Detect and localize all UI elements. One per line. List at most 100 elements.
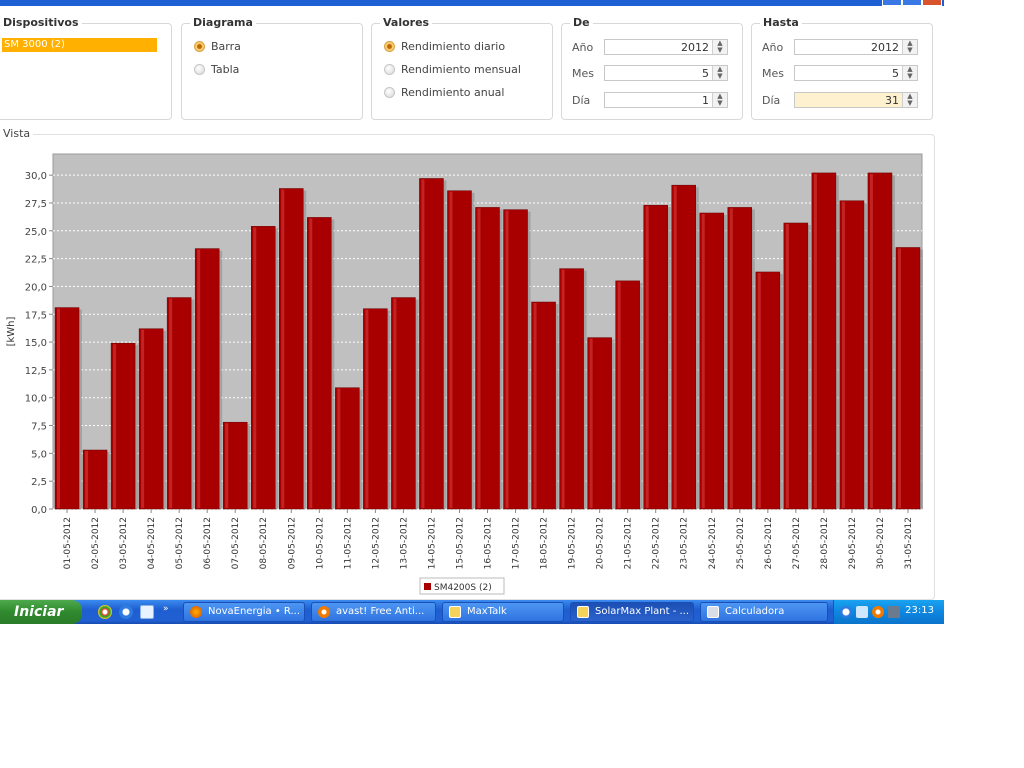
- radio-label: Tabla: [211, 62, 240, 76]
- year-label: Año: [762, 41, 784, 54]
- radio-option-annual[interactable]: Rendimiento anual: [384, 84, 504, 100]
- radio-label: Barra: [211, 39, 241, 53]
- to-day-row: Día 31 ▲ ▼: [762, 92, 926, 110]
- chrome-icon[interactable]: [98, 605, 112, 619]
- bar-highlight: [141, 329, 145, 508]
- x-tick-label: 21-05-2012: [624, 517, 634, 569]
- x-tick-label: 07-05-2012: [231, 517, 241, 569]
- taskbar-item-novaenergia[interactable]: NovaEnergia • R...: [183, 602, 305, 622]
- y-tick-label: 15,0: [25, 338, 47, 349]
- bar-highlight: [897, 248, 901, 508]
- device-list-item-selected[interactable]: SM 3000 (2): [2, 38, 157, 52]
- values-panel: Valores Rendimiento diario Rendimiento m…: [371, 16, 553, 120]
- y-axis-label: [kWh]: [6, 316, 17, 346]
- radio-unselected-icon[interactable]: [384, 63, 395, 75]
- x-tick-label: 02-05-2012: [91, 517, 101, 569]
- spinner-arrows-icon[interactable]: ▲ ▼: [902, 66, 917, 80]
- day-label: Día: [572, 94, 591, 107]
- bar-highlight: [869, 173, 873, 508]
- from-day-spinner[interactable]: 1 ▲ ▼: [604, 92, 728, 108]
- x-tick-label: 31-05-2012: [904, 517, 914, 569]
- internet-explorer-icon[interactable]: [119, 605, 133, 619]
- radio-option-bar[interactable]: Barra: [194, 38, 241, 54]
- y-tick-label: 5,0: [31, 449, 47, 460]
- y-tick-label: 25,0: [25, 227, 47, 238]
- avast-icon: [318, 606, 330, 618]
- bar-highlight: [169, 298, 173, 508]
- y-tick-label: 0,0: [31, 505, 47, 516]
- bar-highlight: [225, 423, 229, 508]
- from-year-spinner[interactable]: 2012 ▲ ▼: [604, 39, 728, 55]
- radio-label: Rendimiento diario: [401, 39, 506, 53]
- x-tick-label: 26-05-2012: [764, 517, 774, 569]
- radio-option-monthly[interactable]: Rendimiento mensual: [384, 61, 521, 77]
- network-icon[interactable]: [856, 606, 868, 618]
- day-label: Día: [762, 94, 781, 107]
- bar-highlight: [813, 173, 817, 508]
- app-window: Dispositivos SM 3000 (2) Diagrama Barra …: [0, 6, 944, 600]
- x-tick-label: 25-05-2012: [736, 517, 746, 569]
- x-tick-label: 15-05-2012: [455, 517, 465, 569]
- diagram-panel: Diagrama Barra Tabla: [181, 16, 363, 120]
- spinner-arrows-icon[interactable]: ▲ ▼: [902, 40, 917, 54]
- bar-highlight: [393, 298, 397, 508]
- taskbar-item-avast[interactable]: avast! Free Anti...: [311, 602, 436, 622]
- from-month-row: Mes 5 ▲ ▼: [572, 65, 736, 83]
- radio-unselected-icon[interactable]: [194, 63, 205, 75]
- bar-highlight: [197, 249, 201, 508]
- from-year-row: Año 2012 ▲ ▼: [572, 39, 736, 57]
- from-date-panel: De Año 2012 ▲ ▼ Mes 5 ▲ ▼ Día 1 ▲ ▼: [561, 16, 743, 120]
- spinner-value: 31: [885, 94, 899, 107]
- x-tick-label: 14-05-2012: [427, 517, 437, 569]
- spinner-arrows-icon[interactable]: ▲ ▼: [712, 40, 727, 54]
- from-month-spinner[interactable]: 5 ▲ ▼: [604, 65, 728, 81]
- radio-selected-icon[interactable]: [384, 40, 395, 52]
- to-month-spinner[interactable]: 5 ▲ ▼: [794, 65, 918, 81]
- spinner-value: 5: [892, 67, 899, 80]
- y-tick-label: 17,5: [25, 310, 47, 321]
- monitor-icon[interactable]: [888, 606, 900, 618]
- spinner-arrows-icon[interactable]: ▲ ▼: [712, 66, 727, 80]
- bar-highlight: [337, 388, 341, 508]
- taskbar-item-label: Calculadora: [725, 606, 785, 617]
- x-tick-label: 24-05-2012: [708, 517, 718, 569]
- to-month-row: Mes 5 ▲ ▼: [762, 65, 926, 83]
- daily-yield-bar-chart: 0,0 2,5 5,0 7,5 10,0 12,5 15,0 17,5 20,0 22,5 25,0…: [6, 153, 923, 595]
- from-title: De: [570, 16, 593, 29]
- avast-tray-icon[interactable]: [872, 606, 884, 618]
- spinner-arrows-icon[interactable]: ▲ ▼: [902, 93, 917, 107]
- to-day-spinner[interactable]: 31 ▲ ▼: [794, 92, 918, 108]
- bar-highlight: [785, 223, 789, 508]
- bar-highlight: [533, 303, 537, 508]
- x-tick-label: 06-05-2012: [203, 517, 213, 569]
- taskbar-item-calculadora[interactable]: Calculadora: [700, 602, 828, 622]
- outlook-express-icon[interactable]: [140, 605, 154, 619]
- taskbar-item-solarmax[interactable]: SolarMax Plant - ...: [570, 602, 694, 622]
- devices-title: Dispositivos: [0, 16, 82, 29]
- bar-highlight: [57, 308, 61, 508]
- y-tick-label: 10,0: [25, 394, 47, 405]
- solarmax-icon: [577, 606, 589, 618]
- calculator-icon: [707, 606, 719, 618]
- start-button[interactable]: Iniciar: [0, 600, 82, 624]
- to-year-spinner[interactable]: 2012 ▲ ▼: [794, 39, 918, 55]
- radio-option-table[interactable]: Tabla: [194, 61, 239, 77]
- quicklaunch-chevron-icon[interactable]: »: [163, 604, 169, 614]
- bar-highlight: [841, 201, 845, 508]
- x-tick-label: 03-05-2012: [119, 517, 129, 569]
- radio-option-daily[interactable]: Rendimiento diario: [384, 38, 505, 54]
- bar-highlight: [617, 281, 621, 508]
- x-tick-label: 09-05-2012: [287, 517, 297, 569]
- bar-highlight: [757, 272, 761, 508]
- spinner-arrows-icon[interactable]: ▲ ▼: [712, 93, 727, 107]
- bar-highlight: [729, 208, 733, 508]
- radio-unselected-icon[interactable]: [384, 86, 395, 98]
- y-tick-label: 22,5: [25, 255, 47, 266]
- from-day-row: Día 1 ▲ ▼: [572, 92, 736, 110]
- y-tick-label: 2,5: [31, 477, 47, 488]
- maxtalk-icon: [449, 606, 461, 618]
- ie-tray-icon[interactable]: [840, 606, 852, 618]
- taskbar-item-maxtalk[interactable]: MaxTalk: [442, 602, 564, 622]
- bar-highlight: [113, 344, 117, 508]
- radio-selected-icon[interactable]: [194, 40, 205, 52]
